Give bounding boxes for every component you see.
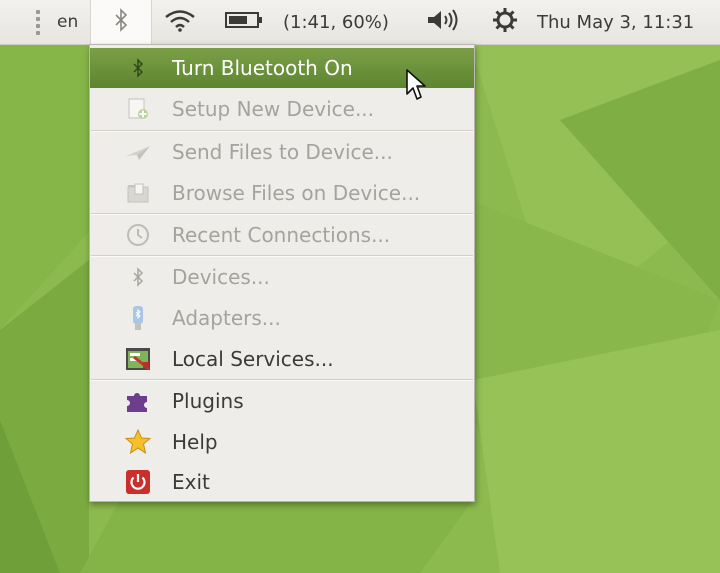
battery-icon: [225, 10, 263, 35]
menu-item-label: Exit: [172, 470, 210, 494]
battery-status-text: (1:41, 60%): [283, 11, 389, 33]
power-icon: [124, 470, 152, 494]
gear-icon: [492, 7, 518, 38]
bluetooth-indicator[interactable]: [90, 0, 152, 44]
puzzle-icon: [124, 389, 152, 413]
menu-item-plugins[interactable]: Plugins: [90, 381, 474, 421]
menu-item-label: Local Services...: [172, 347, 334, 371]
volume-icon: [426, 8, 462, 37]
menu-item-help[interactable]: Help: [90, 422, 474, 462]
network-indicator[interactable]: [164, 0, 196, 44]
adapter-icon: [124, 306, 152, 330]
sound-indicator[interactable]: [426, 0, 462, 44]
menu-item-label: Adapters...: [172, 306, 281, 330]
desktop: en (1:41, 60%) Thu May 3, 11:31 Turn Blu…: [0, 0, 720, 573]
mouse-cursor-icon: [406, 69, 426, 100]
bluetooth-icon: [124, 56, 152, 80]
local-services-icon: [124, 347, 152, 371]
bluetooth-menu: Turn Bluetooth On Setup New Device... Se…: [89, 44, 475, 502]
clock[interactable]: Thu May 3, 11:31: [537, 0, 694, 44]
menu-item-label: Browse Files on Device...: [172, 181, 421, 205]
menu-item-label: Recent Connections...: [172, 223, 391, 247]
top-panel: en (1:41, 60%) Thu May 3, 11:31: [0, 0, 720, 45]
menu-item-exit[interactable]: Exit: [90, 462, 474, 502]
setup-device-icon: [124, 97, 152, 121]
menu-item-label: Send Files to Device...: [172, 140, 393, 164]
send-files-icon: [124, 140, 152, 164]
menu-item-adapters[interactable]: Adapters...: [90, 298, 474, 338]
menu-item-local-services[interactable]: Local Services...: [90, 339, 474, 379]
bluetooth-icon: [124, 265, 152, 289]
menu-item-devices[interactable]: Devices...: [90, 257, 474, 297]
session-indicator[interactable]: [492, 0, 518, 44]
menu-item-label: Turn Bluetooth On: [172, 56, 353, 80]
keyboard-layout-indicator[interactable]: en: [57, 0, 78, 44]
panel-grip-icon: [36, 0, 42, 44]
star-icon: [124, 429, 152, 455]
menu-item-send-files[interactable]: Send Files to Device...: [90, 132, 474, 172]
battery-indicator[interactable]: [225, 0, 263, 44]
menu-item-browse-files[interactable]: Browse Files on Device...: [90, 173, 474, 213]
folder-icon: [124, 181, 152, 205]
menu-item-label: Devices...: [172, 265, 270, 289]
menu-item-label: Help: [172, 430, 218, 454]
menu-item-label: Plugins: [172, 389, 244, 413]
recent-icon: [124, 223, 152, 247]
wifi-icon: [164, 8, 196, 37]
menu-item-label: Setup New Device...: [172, 97, 375, 121]
menu-item-recent-connections[interactable]: Recent Connections...: [90, 215, 474, 255]
bluetooth-icon: [114, 7, 128, 37]
